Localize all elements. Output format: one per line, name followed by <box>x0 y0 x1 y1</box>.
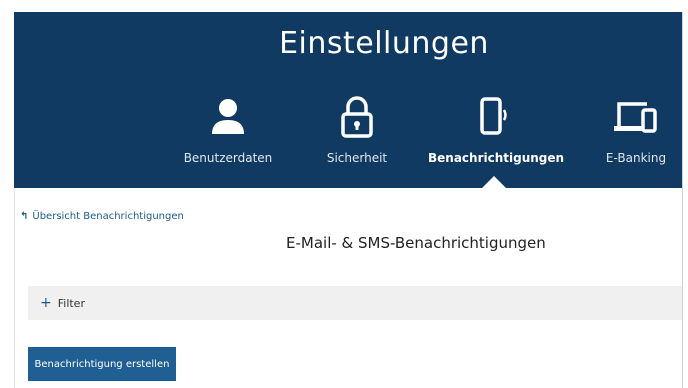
settings-header: Einstellungen Benutzerdaten Sicherheit B… <box>14 12 682 188</box>
devices-icon <box>596 96 676 140</box>
lock-icon <box>314 96 400 140</box>
filter-label: Filter <box>57 296 85 310</box>
nav-tab-label: E-Banking <box>605 151 667 165</box>
nav-tab-label: Benachrichtigungen <box>428 151 565 165</box>
nav-tab-label: Benutzerdaten <box>183 151 273 165</box>
mobile-notification-icon <box>428 96 560 140</box>
active-tab-indicator <box>482 176 506 188</box>
plus-icon: + <box>40 295 52 311</box>
page-header-title: Einstellungen <box>279 26 489 61</box>
user-icon <box>178 96 278 140</box>
back-link-label: Übersicht Benachrichtigungen <box>32 211 184 222</box>
back-link[interactable]: ↰ Übersicht Benachrichtigungen <box>20 211 184 222</box>
create-notification-button[interactable]: Benachrichtigung erstellen <box>28 347 176 381</box>
nav-tab-benutzerdaten[interactable]: Benutzerdaten <box>178 96 278 188</box>
back-arrow-icon: ↰ <box>20 211 29 222</box>
section-title: E-Mail- & SMS-Benachrichtigungen <box>286 234 546 252</box>
right-frame-edge <box>682 12 688 388</box>
nav-tab-benachrichtigungen[interactable]: Benachrichtigungen <box>428 96 565 188</box>
top-margin <box>0 0 688 12</box>
settings-nav: Benutzerdaten Sicherheit Benachrichtigun… <box>14 96 682 188</box>
nav-tab-label: Sicherheit <box>326 151 388 165</box>
nav-tab-e-banking[interactable]: E-Banking <box>596 96 676 188</box>
left-frame-edge <box>14 188 15 388</box>
filter-toggle[interactable]: + Filter <box>28 286 682 320</box>
nav-tab-sicherheit[interactable]: Sicherheit <box>314 96 400 188</box>
